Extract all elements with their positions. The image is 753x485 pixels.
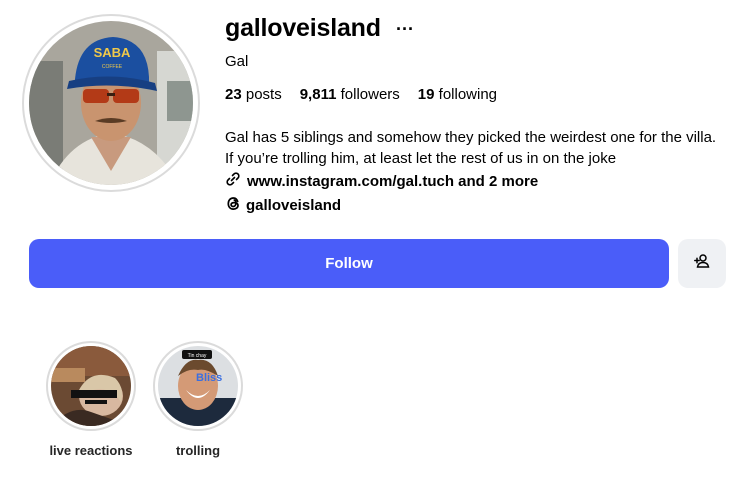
profile-link-text: www.instagram.com/gal.tuch and 2 more bbox=[247, 172, 539, 190]
posts-stat: 23 posts bbox=[225, 86, 282, 103]
link-icon bbox=[225, 171, 241, 191]
posts-count: 23 bbox=[225, 86, 242, 103]
threads-link[interactable]: galloveisland bbox=[225, 195, 341, 216]
highlight-thumbnail: Bliss Tin chay bbox=[158, 346, 238, 426]
highlight-trolling[interactable]: Bliss Tin chay trolling bbox=[151, 341, 245, 458]
highlight-label: live reactions bbox=[49, 443, 133, 458]
highlight-ring bbox=[46, 341, 136, 431]
threads-icon bbox=[225, 195, 242, 216]
followers-label: followers bbox=[340, 86, 400, 103]
profile-avatar-ring[interactable]: SABA COFFEE bbox=[22, 14, 200, 192]
profile-bio: Gal has 5 siblings and somehow they pick… bbox=[225, 129, 717, 167]
following-count: 19 bbox=[417, 86, 435, 103]
followers-count: 9,811 bbox=[299, 86, 337, 103]
highlight-label: trolling bbox=[175, 443, 221, 458]
suggested-accounts-button[interactable] bbox=[678, 239, 726, 288]
svg-text:Bliss: Bliss bbox=[196, 372, 222, 384]
profile-stats: 23 posts 9,811 followers 19 following bbox=[225, 86, 497, 103]
profile-avatar: SABA COFFEE bbox=[29, 21, 193, 185]
svg-text:COFFEE: COFFEE bbox=[102, 64, 123, 70]
threads-handle: galloveisland bbox=[246, 197, 342, 214]
following-stat[interactable]: 19 following bbox=[418, 86, 497, 103]
highlight-ring: Bliss Tin chay bbox=[153, 341, 243, 431]
posts-label: posts bbox=[245, 86, 282, 103]
svg-text:SABA: SABA bbox=[94, 45, 131, 60]
more-options-icon[interactable]: ··· bbox=[396, 20, 414, 38]
profile-full-name: Gal bbox=[225, 53, 249, 70]
highlight-thumbnail bbox=[51, 346, 131, 426]
profile-username: galloveisland bbox=[225, 14, 381, 42]
person-add-icon bbox=[693, 252, 711, 275]
highlight-live-reactions[interactable]: live reactions bbox=[44, 341, 138, 458]
profile-link[interactable]: www.instagram.com/gal.tuch and 2 more bbox=[225, 171, 538, 191]
svg-text:Tin chay: Tin chay bbox=[188, 353, 207, 359]
following-label: following bbox=[438, 86, 498, 103]
follow-button[interactable]: Follow bbox=[29, 239, 669, 288]
followers-stat[interactable]: 9,811 followers bbox=[300, 86, 400, 103]
